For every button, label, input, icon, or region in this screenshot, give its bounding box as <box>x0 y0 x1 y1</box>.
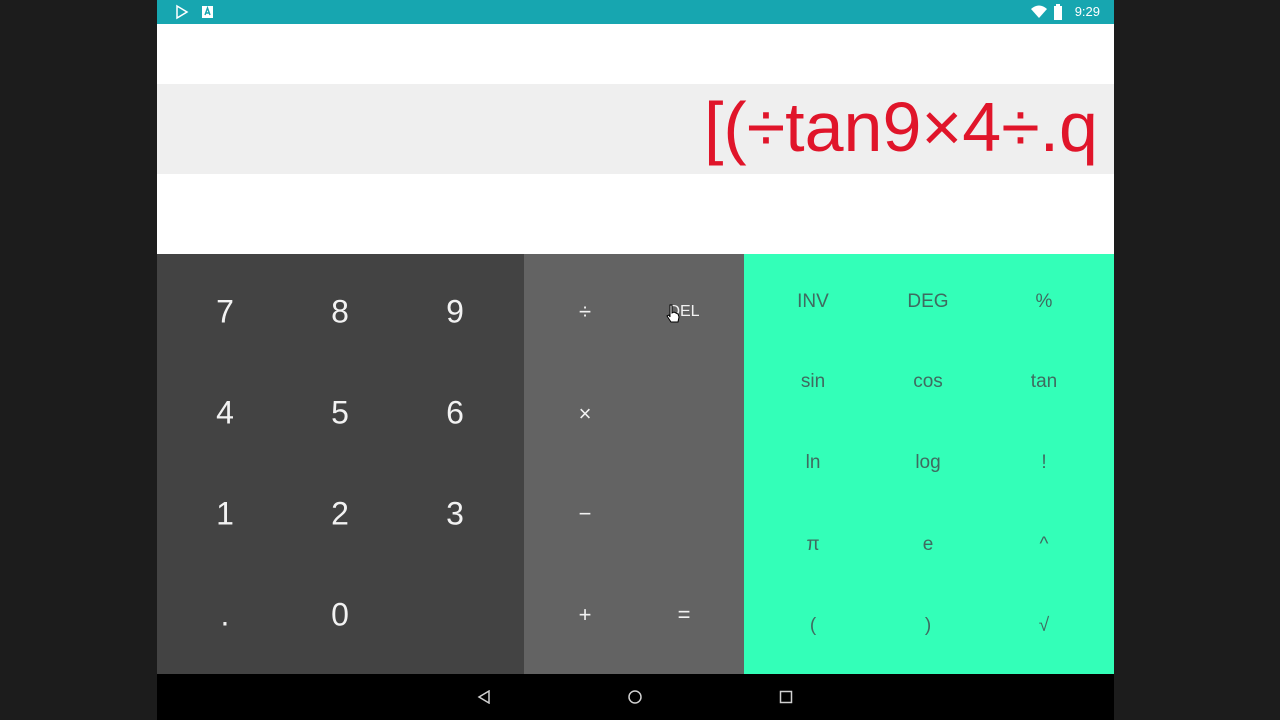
digit-8-button[interactable]: 8 <box>331 294 349 331</box>
percent-button[interactable]: % <box>1036 291 1053 313</box>
notification-a-icon <box>201 4 215 20</box>
number-pad: 7 8 9 4 5 6 1 2 3 . 0 <box>157 254 524 674</box>
digit-3-button[interactable]: 3 <box>446 496 464 533</box>
formula-display[interactable]: [(÷tan9×4÷.q <box>157 84 1114 174</box>
digit-0-button[interactable]: 0 <box>331 597 349 634</box>
close-paren-button[interactable]: ) <box>925 615 931 637</box>
open-paren-button[interactable]: ( <box>810 615 816 637</box>
digit-6-button[interactable]: 6 <box>446 395 464 432</box>
cos-button[interactable]: cos <box>913 371 943 393</box>
plus-button[interactable]: + <box>579 602 592 628</box>
advanced-pad: INV DEG % sin cos tan ln log ! π e ^ ( )… <box>744 254 1114 674</box>
decimal-point-button[interactable]: . <box>221 597 230 634</box>
tan-button[interactable]: tan <box>1031 371 1057 393</box>
left-letterbox <box>0 0 157 720</box>
digit-1-button[interactable]: 1 <box>216 496 234 533</box>
log-button[interactable]: log <box>915 452 940 474</box>
digit-7-button[interactable]: 7 <box>216 294 234 331</box>
formula-text: [(÷tan9×4÷.q <box>703 88 1098 166</box>
digit-4-button[interactable]: 4 <box>216 395 234 432</box>
power-button[interactable]: ^ <box>1040 534 1049 556</box>
calculator-app: 9:29 [(÷tan9×4÷.q 7 8 9 4 5 6 1 2 3 . 0 … <box>157 0 1114 720</box>
operator-pad: ÷ DEL × − + = <box>524 254 744 674</box>
square-root-button[interactable]: √ <box>1039 615 1049 637</box>
inverse-button[interactable]: INV <box>797 291 829 313</box>
factorial-button[interactable]: ! <box>1041 452 1046 474</box>
navigation-bar <box>157 674 1114 720</box>
equals-button[interactable]: = <box>678 602 691 628</box>
euler-e-button[interactable]: e <box>923 534 934 556</box>
pi-button[interactable]: π <box>806 534 819 556</box>
battery-icon <box>1053 4 1067 20</box>
status-time: 9:29 <box>1074 4 1100 19</box>
sin-button[interactable]: sin <box>801 371 825 393</box>
degree-mode-button[interactable]: DEG <box>907 291 948 313</box>
digit-9-button[interactable]: 9 <box>446 294 464 331</box>
right-letterbox <box>1114 0 1280 720</box>
display-header <box>157 24 1114 84</box>
wifi-icon <box>1030 4 1047 20</box>
back-icon[interactable] <box>473 686 495 708</box>
result-display <box>157 174 1114 254</box>
recents-icon[interactable] <box>775 686 797 708</box>
status-bar: 9:29 <box>157 0 1114 24</box>
play-store-icon <box>175 4 189 20</box>
hand-cursor-icon <box>665 304 681 324</box>
multiply-button[interactable]: × <box>579 401 592 427</box>
ln-button[interactable]: ln <box>806 452 821 474</box>
divide-button[interactable]: ÷ <box>579 299 591 325</box>
digit-2-button[interactable]: 2 <box>331 496 349 533</box>
home-icon[interactable] <box>624 686 646 708</box>
digit-5-button[interactable]: 5 <box>331 395 349 432</box>
minus-button[interactable]: − <box>579 501 592 527</box>
